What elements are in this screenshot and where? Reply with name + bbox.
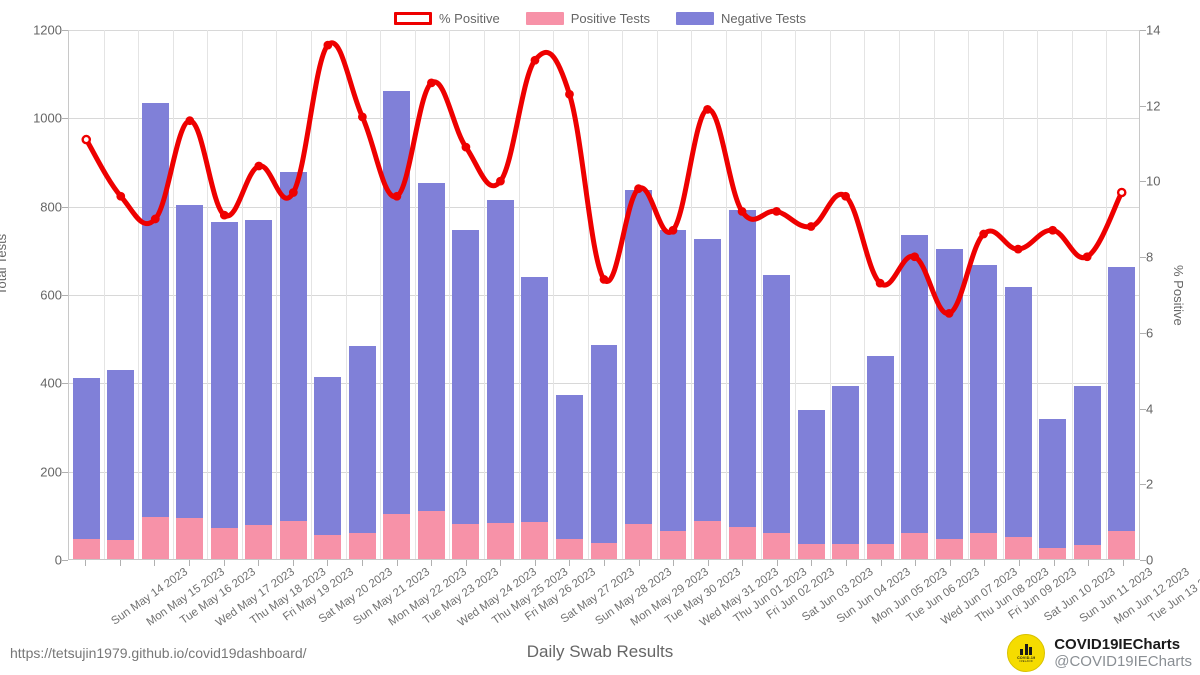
y-axis-right-tick-mark — [1140, 332, 1146, 334]
y-axis-left-tick-mark — [62, 295, 68, 296]
y-axis-right-tick-mark — [1140, 484, 1146, 486]
y-axis-right-tick-mark — [1140, 408, 1146, 410]
y-axis-right-tick-label: 4 — [1146, 401, 1154, 417]
brand-name: COVID19IECharts — [1054, 635, 1181, 653]
y-axis-left-tick-label: 1200 — [33, 22, 62, 38]
y-axis-left-tick-label: 0 — [54, 552, 62, 568]
legend-swatch-line — [394, 11, 432, 25]
line-data-point[interactable] — [81, 134, 92, 145]
line-data-point[interactable] — [219, 210, 229, 220]
legend-label: % Positive — [439, 10, 500, 26]
y-axis-right-tick-label: 6 — [1146, 325, 1154, 341]
chart-legend: % Positive Positive Tests Negative Tests — [0, 6, 1200, 30]
line-data-point[interactable] — [668, 225, 678, 235]
line-data-point[interactable] — [461, 142, 471, 152]
y-axis-right-tick-label: 14 — [1146, 22, 1161, 38]
y-axis-right-tick-mark — [1140, 30, 1146, 31]
x-axis-labels: Sun May 14 2023 Mon May 15 2023 Tue May 16… — [68, 566, 1200, 630]
line-data-point[interactable] — [530, 55, 540, 65]
line-data-point[interactable] — [841, 191, 850, 201]
legend-item[interactable]: Negative Tests — [675, 10, 806, 26]
y-axis-left-tick-mark — [62, 383, 68, 385]
line-data-point[interactable] — [634, 184, 643, 194]
plot-area — [68, 30, 1140, 560]
line-path — [83, 40, 1125, 316]
line-data-point[interactable] — [254, 161, 264, 171]
line-data-point[interactable] — [496, 176, 505, 186]
legend-swatch-box — [675, 11, 714, 25]
line-data-point[interactable] — [185, 116, 195, 126]
y-axis-left-title: Total Tests — [0, 233, 9, 295]
line-data-point[interactable] — [979, 229, 989, 239]
y-axis-left-tick-label: 1000 — [33, 110, 62, 126]
y-axis-left-tick-label: 200 — [40, 464, 62, 480]
chart-root: % Positive Positive Tests Negative Tests T… — [0, 0, 1200, 675]
line-data-point[interactable] — [875, 278, 885, 288]
legend-label: Negative Tests — [720, 10, 806, 26]
percent-positive-line — [81, 40, 1127, 318]
line-data-point[interactable] — [806, 222, 816, 231]
y-axis-right-tick-mark — [1140, 105, 1146, 107]
line-data-point[interactable] — [910, 252, 920, 262]
line-data-point[interactable] — [150, 214, 160, 224]
line-data-point[interactable] — [772, 206, 781, 216]
line-data-point[interactable] — [944, 309, 954, 318]
y-axis-left-tick-mark — [62, 118, 68, 120]
y-axis-left-tick-mark — [62, 560, 68, 561]
y-axis-left-tick-label: 800 — [40, 199, 62, 215]
line-data-point[interactable] — [288, 188, 298, 197]
bar-chart-glyph — [1020, 643, 1033, 655]
legend-item[interactable]: % Positive — [394, 11, 500, 26]
line-data-point[interactable] — [565, 89, 574, 99]
covid19-logo-icon: COVID-19 IRELAND — [1007, 634, 1046, 672]
line-data-point[interactable] — [737, 206, 747, 216]
brand-block: COVID-19 IRELAND COVID19IECharts @COVID1… — [1007, 634, 1192, 672]
line-data-point[interactable] — [1013, 244, 1023, 254]
line-data-point[interactable] — [323, 40, 333, 50]
y-axis-left-tick-mark — [62, 471, 68, 473]
y-axis-right-tick-label: 2 — [1146, 476, 1154, 492]
line-data-point[interactable] — [599, 274, 609, 284]
y-axis-left-tick-label: 400 — [40, 375, 62, 391]
y-axis-left-tick-mark — [62, 206, 68, 208]
y-axis-right-tick-label: 8 — [1146, 249, 1154, 265]
y-axis-right-tick-label: 10 — [1146, 173, 1161, 189]
y-axis-right-tick-mark — [1140, 181, 1146, 183]
y-axis-right-title: % Positive — [1171, 265, 1186, 326]
line-data-point[interactable] — [1116, 187, 1127, 198]
line-data-point[interactable] — [392, 191, 402, 201]
brand-text: COVID19IECharts @COVID19IECharts — [1054, 636, 1192, 671]
legend-swatch-box — [525, 11, 564, 25]
y-axis-right-tick-label: 0 — [1146, 552, 1154, 568]
y-axis-left-tick-mark — [62, 30, 68, 31]
logo-subcaption: IRELAND — [1019, 660, 1033, 664]
line-data-point[interactable] — [1048, 225, 1058, 235]
y-axis-left-tick-label: 600 — [40, 287, 62, 303]
y-axis-right-tick-mark — [1140, 560, 1146, 561]
line-data-point[interactable] — [427, 78, 436, 88]
legend-item[interactable]: Positive Tests — [525, 10, 650, 26]
legend-label: Positive Tests — [570, 10, 650, 26]
y-axis-right-tick-mark — [1140, 257, 1146, 259]
y-axis-right-tick-label: 12 — [1146, 98, 1161, 114]
line-data-point[interactable] — [116, 191, 126, 201]
line-data-point[interactable] — [703, 104, 712, 114]
line-data-point[interactable] — [1082, 252, 1092, 262]
brand-handle[interactable]: @COVID19IECharts — [1054, 653, 1192, 670]
line-data-point[interactable] — [357, 112, 367, 122]
